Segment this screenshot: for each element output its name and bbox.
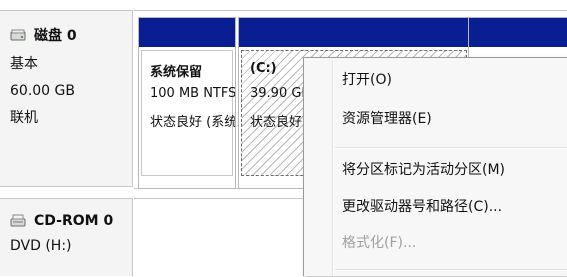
disk-0-type: 基本 <box>10 56 38 72</box>
disk-0-status: 联机 <box>10 110 38 126</box>
disk-0-size: 60.00 GB <box>10 83 75 99</box>
partition-size: 100 MB NTFS <box>150 86 236 101</box>
menu-item-explorer[interactable]: 资源管理器(E) <box>342 108 567 130</box>
menu-item-change-drive-letter[interactable]: 更改驱动器号和路径(C)... <box>342 196 567 218</box>
menu-item-format: 格式化(F)... <box>342 235 417 251</box>
hard-disk-icon <box>10 29 26 41</box>
menu-item-mark-active[interactable]: 将分区标记为活动分区(M) <box>342 159 567 181</box>
partition-status: 状态良好 (系统 <box>150 115 236 130</box>
cd-rom-0-title: CD-ROM 0 <box>34 213 114 229</box>
partition-system-reserved[interactable]: 系统保留 100 MB NTFS 状态良好 (系统 <box>138 17 236 189</box>
partition-body[interactable]: 系统保留 100 MB NTFS 状态良好 (系统 <box>141 50 236 176</box>
menu-item-open[interactable]: 打开(O) <box>342 69 567 91</box>
menu-icon-gutter <box>332 61 334 276</box>
disk-0-title-row: 磁盘 0 <box>10 25 132 45</box>
menu-separator <box>335 269 567 271</box>
partition-header-bar <box>239 18 469 47</box>
partition-header-bar <box>469 18 567 47</box>
cd-rom-0-info-panel[interactable]: CD-ROM 0 DVD (H:) <box>0 198 133 276</box>
cd-rom-0-type: DVD (H:) <box>10 238 72 254</box>
disk-0-info-panel[interactable]: 磁盘 0 基本 60.00 GB 联机 <box>0 10 133 187</box>
menu-separator <box>335 147 567 149</box>
partition-name: 系统保留 <box>150 65 203 80</box>
disk-0-title: 磁盘 0 <box>34 28 77 44</box>
cd-rom-icon <box>10 214 26 227</box>
context-menu: 打开(O) 资源管理器(E) 将分区标记为活动分区(M) 更改驱动器号和路径(C… <box>303 57 567 276</box>
partition-header-bar <box>139 18 235 47</box>
cd-rom-0-title-row: CD-ROM 0 <box>10 213 132 229</box>
